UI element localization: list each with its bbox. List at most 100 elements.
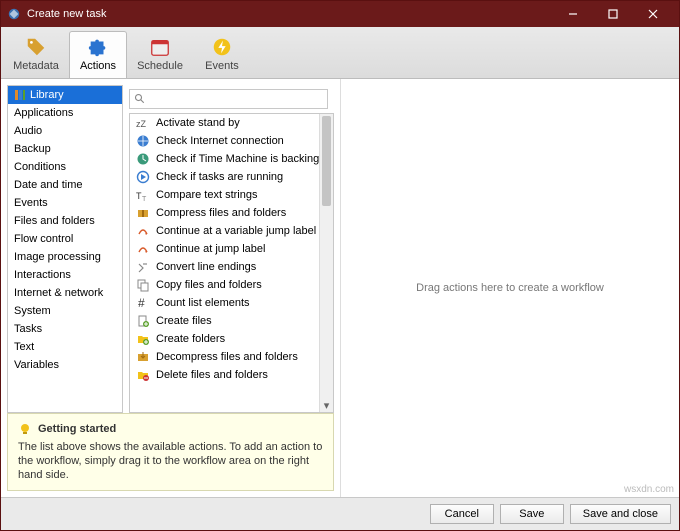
category-label: System <box>14 304 51 318</box>
action-item[interactable]: Convert line endings <box>130 258 319 276</box>
action-item[interactable]: # Count list elements <box>130 294 319 312</box>
running-icon <box>136 170 150 184</box>
category-item-library[interactable]: Library <box>8 86 122 104</box>
category-item[interactable]: Internet & network <box>8 284 122 302</box>
category-label: Image processing <box>14 250 101 264</box>
tab-label: Metadata <box>13 60 59 72</box>
action-label: Compress files and folders <box>156 206 286 220</box>
category-list[interactable]: Library Applications Audio Backup Condit… <box>7 85 123 413</box>
category-label: Conditions <box>14 160 66 174</box>
action-item[interactable]: TTCompare text strings <box>130 186 319 204</box>
tag-icon <box>25 36 47 58</box>
workflow-area[interactable]: Drag actions here to create a workflow <box>341 79 679 497</box>
save-and-close-button[interactable]: Save and close <box>570 504 671 524</box>
search-icon <box>134 93 146 105</box>
action-label: Check if tasks are running <box>156 170 283 184</box>
category-item[interactable]: Tasks <box>8 320 122 338</box>
standby-icon: zZ <box>136 116 150 130</box>
main-area: Library Applications Audio Backup Condit… <box>1 79 679 497</box>
svg-text:#: # <box>138 296 145 310</box>
copy-icon <box>136 278 150 292</box>
titlebar: Create new task <box>1 1 679 27</box>
footer: Cancel Save Save and close <box>1 497 679 530</box>
category-label: Variables <box>14 358 59 372</box>
scroll-thumb[interactable] <box>322 116 331 206</box>
category-item[interactable]: System <box>8 302 122 320</box>
action-label: Create files <box>156 314 212 328</box>
action-label: Create folders <box>156 332 225 346</box>
save-button[interactable]: Save <box>500 504 564 524</box>
scroll-down-icon[interactable]: ▾ <box>320 398 333 412</box>
hint-title: Getting started <box>38 423 116 435</box>
compare-text-icon: TT <box>136 188 150 202</box>
minimize-button[interactable] <box>553 1 593 27</box>
category-item[interactable]: Audio <box>8 122 122 140</box>
action-item[interactable]: Decompress files and folders <box>130 348 319 366</box>
cancel-button[interactable]: Cancel <box>430 504 494 524</box>
search-input[interactable] <box>130 90 327 108</box>
category-item[interactable]: Files and folders <box>8 212 122 230</box>
jump-variable-icon <box>136 224 150 238</box>
action-item[interactable]: Copy files and folders <box>130 276 319 294</box>
convert-lines-icon <box>136 260 150 274</box>
category-label: Interactions <box>14 268 71 282</box>
category-item[interactable]: Backup <box>8 140 122 158</box>
category-item[interactable]: Variables <box>8 356 122 374</box>
tab-actions[interactable]: Actions <box>69 31 127 78</box>
category-item[interactable]: Events <box>8 194 122 212</box>
category-item[interactable]: Date and time <box>8 176 122 194</box>
category-label: Tasks <box>14 322 42 336</box>
category-label: Internet & network <box>14 286 103 300</box>
tab-events[interactable]: Events <box>193 31 251 78</box>
search-box[interactable] <box>129 89 328 109</box>
action-item[interactable]: zZActivate stand by <box>130 114 319 132</box>
action-item[interactable]: Check Internet connection <box>130 132 319 150</box>
action-item[interactable]: Compress files and folders <box>130 204 319 222</box>
maximize-button[interactable] <box>593 1 633 27</box>
action-item[interactable]: Continue at a variable jump label <box>130 222 319 240</box>
action-label: Copy files and folders <box>156 278 262 292</box>
tab-metadata[interactable]: Metadata <box>7 31 65 78</box>
category-label: Text <box>14 340 34 354</box>
category-item[interactable]: Image processing <box>8 248 122 266</box>
category-item[interactable]: Applications <box>8 104 122 122</box>
globe-icon <box>136 134 150 148</box>
category-label: Files and folders <box>14 214 95 228</box>
watermark: wsxdn.com <box>624 484 674 495</box>
category-item[interactable]: Interactions <box>8 266 122 284</box>
action-label: Decompress files and folders <box>156 350 298 364</box>
tab-label: Schedule <box>137 60 183 72</box>
category-item[interactable]: Flow control <box>8 230 122 248</box>
action-item[interactable]: Create files <box>130 312 319 330</box>
action-item[interactable]: Check if tasks are running <box>130 168 319 186</box>
hint-box: Getting started The list above shows the… <box>7 413 334 491</box>
actions-scrollbar[interactable]: ▴ ▾ <box>319 114 333 412</box>
action-item[interactable]: Continue at jump label <box>130 240 319 258</box>
category-label: Applications <box>14 106 73 120</box>
search-row <box>129 85 334 113</box>
category-label: Flow control <box>14 232 73 246</box>
action-item[interactable]: Check if Time Machine is backing up data <box>130 150 319 168</box>
library-icon <box>14 89 26 101</box>
category-item[interactable]: Text <box>8 338 122 356</box>
action-label: Continue at jump label <box>156 242 265 256</box>
action-label: Check Internet connection <box>156 134 284 148</box>
left-column: Library Applications Audio Backup Condit… <box>1 79 341 497</box>
action-label: Count list elements <box>156 296 250 310</box>
category-label: Library <box>30 88 64 102</box>
window-title: Create new task <box>27 8 106 20</box>
tab-label: Events <box>205 60 239 72</box>
delete-icon <box>136 368 150 382</box>
action-item[interactable]: Delete files and folders <box>130 366 319 384</box>
category-item[interactable]: Conditions <box>8 158 122 176</box>
create-file-icon <box>136 314 150 328</box>
actions-list[interactable]: zZActivate stand by Check Internet conne… <box>129 113 334 413</box>
tab-schedule[interactable]: Schedule <box>131 31 189 78</box>
action-item[interactable]: Create folders <box>130 330 319 348</box>
svg-text:zZ: zZ <box>136 119 147 129</box>
workflow-placeholder: Drag actions here to create a workflow <box>416 282 604 294</box>
timemachine-icon <box>136 152 150 166</box>
close-button[interactable] <box>633 1 673 27</box>
action-label: Continue at a variable jump label <box>156 224 316 238</box>
bolt-icon <box>211 36 233 58</box>
